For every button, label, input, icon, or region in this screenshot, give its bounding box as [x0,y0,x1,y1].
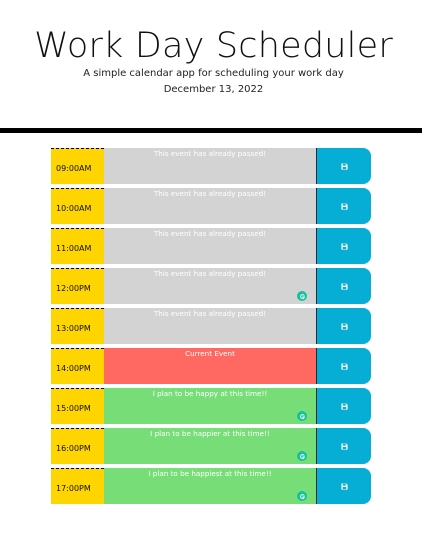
event-description-textarea[interactable]: Current Event [104,348,317,384]
floppy-disk-icon [340,482,348,490]
event-text: Current Event [185,349,235,358]
event-text: I plan to be happy at this time!! [152,389,268,398]
event-description-textarea[interactable]: I plan to be happy at this time!! [104,388,317,424]
time-block-row: 12:00PM This event has already passed! [51,268,371,304]
time-block-row: 14:00PM Current Event [51,348,371,384]
save-button[interactable] [317,148,371,184]
save-button[interactable] [317,428,371,464]
floppy-disk-icon [340,322,348,330]
hour-label: 16:00PM [51,428,104,464]
hour-label: 17:00PM [51,468,104,504]
grammarly-icon[interactable] [297,291,307,301]
save-button[interactable] [317,348,371,384]
event-description-textarea[interactable]: This event has already passed! [104,188,317,224]
time-block-row: 13:00PM This event has already passed! [51,308,371,344]
floppy-disk-icon [340,162,348,170]
floppy-disk-icon [340,402,348,410]
save-button[interactable] [317,228,371,264]
header-divider [0,128,422,133]
grammarly-icon[interactable] [297,491,307,501]
hour-label: 13:00PM [51,308,104,344]
time-block-row: 10:00AM This event has already passed! [51,188,371,224]
save-button[interactable] [317,388,371,424]
event-description-textarea[interactable]: This event has already passed! [104,148,317,184]
hour-label: 10:00AM [51,188,104,224]
event-text: This event has already passed! [153,229,267,238]
time-block-list: 09:00AM This event has already passed! 10:… [51,148,371,508]
page-subtitle: A simple calendar app for scheduling you… [83,68,344,79]
event-description-textarea[interactable]: This event has already passed! [104,308,317,344]
save-button[interactable] [317,468,371,504]
floppy-disk-icon [340,442,348,450]
time-block-row: 11:00AM This event has already passed! [51,228,371,264]
grammarly-icon[interactable] [297,451,307,461]
event-text: This event has already passed! [153,189,267,198]
hour-label: 15:00PM [51,388,104,424]
page-title: Work Day Scheduler [34,26,393,66]
time-block-row: 09:00AM This event has already passed! [51,148,371,184]
hour-label: 09:00AM [51,148,104,184]
save-button[interactable] [317,188,371,224]
event-text: I plan to be happiest at this time!! [148,469,272,478]
event-description-textarea[interactable]: I plan to be happier at this time!! [104,428,317,464]
hour-label: 11:00AM [51,228,104,264]
time-block-row: 15:00PM I plan to be happy at this time!! [51,388,371,424]
time-block-row: 17:00PM I plan to be happiest at this tim… [51,468,371,504]
event-text: This event has already passed! [153,269,267,278]
event-text: This event has already passed! [153,309,267,318]
floppy-disk-icon [340,282,348,290]
hour-label: 14:00PM [51,348,104,384]
time-block-row: 16:00PM I plan to be happier at this time… [51,428,371,464]
floppy-disk-icon [340,242,348,250]
event-text: I plan to be happier at this time!! [150,429,270,438]
save-button[interactable] [317,268,371,304]
event-text: This event has already passed! [153,149,267,158]
floppy-disk-icon [340,362,348,370]
event-description-textarea[interactable]: This event has already passed! [104,268,317,304]
floppy-disk-icon [340,202,348,210]
hour-label: 12:00PM [51,268,104,304]
event-description-textarea[interactable]: This event has already passed! [104,228,317,264]
grammarly-icon[interactable] [297,411,307,421]
current-date: December 13, 2022 [163,84,264,95]
event-description-textarea[interactable]: I plan to be happiest at this time!! [104,468,317,504]
save-button[interactable] [317,308,371,344]
